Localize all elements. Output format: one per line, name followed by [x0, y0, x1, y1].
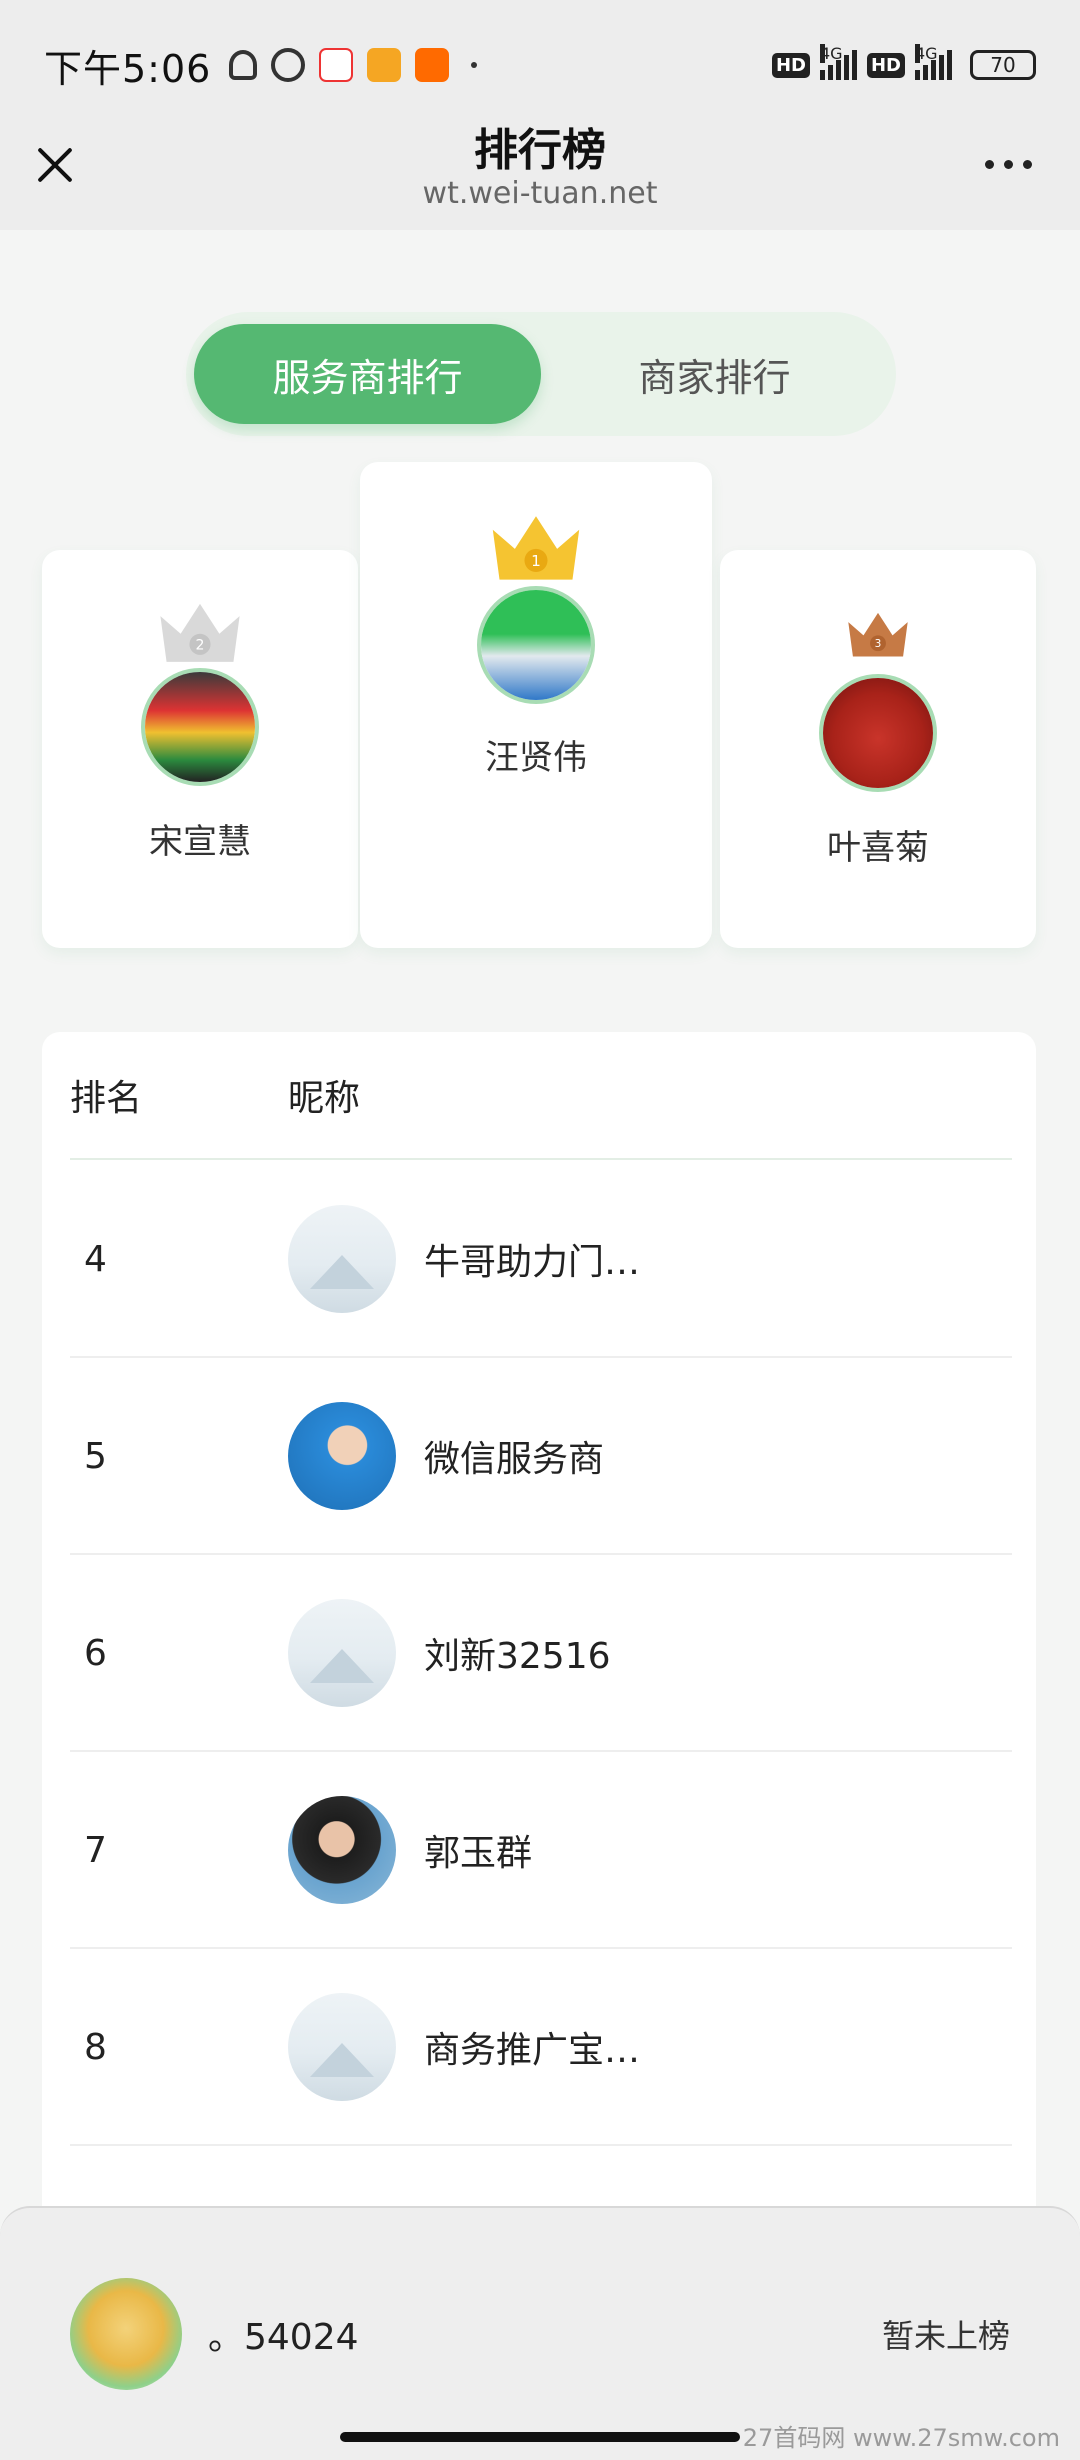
- avatar-placeholder: [288, 1205, 396, 1313]
- table-row[interactable]: 6 刘新32516: [70, 1556, 1012, 1752]
- bronze-crown-icon: 3: [845, 606, 911, 662]
- table-header: 排名 昵称: [70, 1032, 1012, 1160]
- table-row[interactable]: 7 郭玉群: [70, 1753, 1012, 1949]
- mi-icon: [415, 48, 450, 82]
- hd-badge: HD: [866, 52, 905, 78]
- podium-name: 汪贤伟: [485, 738, 587, 778]
- avatar: [477, 586, 595, 704]
- column-header-rank: 排名: [70, 1078, 143, 1119]
- row-rank: 7: [84, 1829, 107, 1871]
- avatar: [819, 674, 937, 792]
- nav-header: 排行榜 wt.wei-tuan.net: [0, 110, 1080, 230]
- ranking-tabs: 服务商排行 商家排行: [186, 312, 896, 436]
- svg-text:3: 3: [875, 638, 882, 650]
- svg-text:1: 1: [531, 552, 541, 570]
- podium-second-place[interactable]: 2 宋宣慧: [42, 550, 358, 948]
- bell-muted-icon: [229, 50, 258, 80]
- status-right: HD 4G HD 4G 70: [771, 44, 1036, 80]
- table-row[interactable]: 5 微信服务商: [70, 1359, 1012, 1555]
- network-type: 4G: [819, 44, 843, 63]
- network-type: 4G: [915, 44, 938, 63]
- row-name: 商务推广宝…: [424, 2030, 641, 2071]
- status-icons: [229, 48, 478, 82]
- podium-third-place[interactable]: 3 叶喜菊: [720, 550, 1036, 948]
- battery-icon: 70: [970, 50, 1036, 80]
- avatar: [288, 1796, 396, 1904]
- my-nickname: 。54024: [208, 2317, 359, 2358]
- app-notification-icon: [367, 48, 402, 82]
- podium-name: 叶喜菊: [827, 828, 929, 868]
- gold-crown-icon: 1: [488, 508, 584, 586]
- tab-merchant-ranking[interactable]: 商家排行: [541, 324, 888, 424]
- tab-service-provider-ranking[interactable]: 服务商排行: [194, 324, 541, 424]
- more-notifications-dot-icon: [471, 62, 478, 68]
- avatar: [288, 1402, 396, 1510]
- app-notification-icon: [319, 48, 354, 82]
- more-options-icon[interactable]: [985, 160, 1032, 169]
- silver-crown-icon: 2: [156, 596, 244, 668]
- row-name: 微信服务商: [424, 1439, 605, 1480]
- hd-badge: HD: [771, 52, 810, 78]
- svg-text:2: 2: [196, 638, 205, 654]
- row-rank: 6: [84, 1632, 107, 1674]
- avatar-placeholder: [288, 1993, 396, 2101]
- home-indicator[interactable]: [340, 2432, 740, 2442]
- avatar: [141, 668, 259, 786]
- page-domain: wt.wei-tuan.net: [422, 176, 658, 211]
- my-rank-status: 暂未上榜: [881, 2317, 1010, 2355]
- row-name: 牛哥助力门…: [424, 1242, 641, 1283]
- podium-first-place[interactable]: 1 汪贤伟: [360, 462, 712, 948]
- watermark: 27首码网 www.27smw.com: [742, 2424, 1060, 2452]
- table-row[interactable]: 4 牛哥助力门…: [70, 1162, 1012, 1358]
- row-name: 郭玉群: [424, 1833, 533, 1874]
- page-title: 排行榜: [474, 125, 606, 176]
- podium-name: 宋宣慧: [149, 822, 251, 862]
- status-time: 下午5:06: [44, 46, 212, 91]
- row-name: 刘新32516: [424, 1636, 611, 1677]
- row-rank: 8: [84, 2026, 107, 2068]
- column-header-nickname: 昵称: [288, 1078, 361, 1119]
- signal-icon: 4G: [819, 44, 857, 80]
- row-rank: 5: [84, 1435, 107, 1477]
- row-rank: 4: [84, 1238, 107, 1280]
- table-row[interactable]: 8 商务推广宝…: [70, 1950, 1012, 2146]
- avatar: [70, 2278, 182, 2390]
- avatar-placeholder: [288, 1599, 396, 1707]
- signal-icon: 4G: [915, 44, 952, 80]
- alarm-icon: [271, 48, 306, 82]
